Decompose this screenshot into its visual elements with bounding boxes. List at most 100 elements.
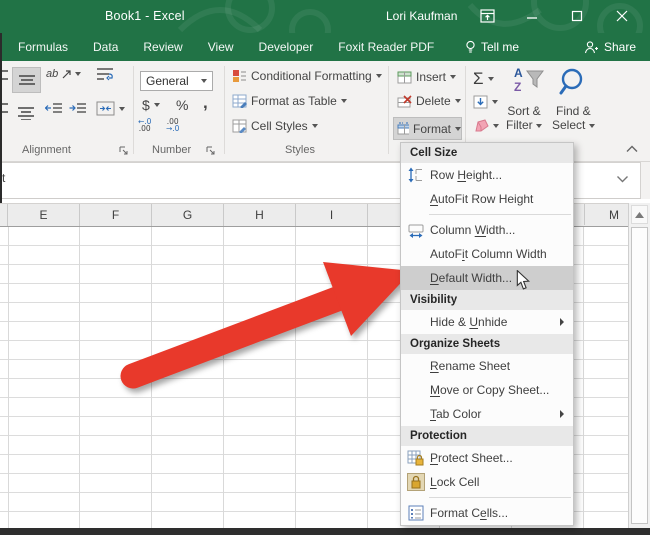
menu-item-move-or-copy-sheet[interactable]: Move or Copy Sheet... [401,378,573,402]
decrease-decimal-button[interactable]: .00→.0 [166,118,179,132]
menu-item-label: Protect Sheet... [430,451,573,465]
insert-cells-icon [397,71,412,84]
comma-style-button[interactable]: , [203,93,208,113]
delete-label: Delete [416,94,451,108]
column-header-e[interactable]: E [8,204,80,226]
menu-item-label: AutoFit Row Height [430,192,573,206]
insert-button[interactable]: Insert [397,70,456,84]
group-separator [224,66,225,154]
styles-group-label: Styles [285,144,315,156]
scrollbar-thumb[interactable] [631,227,648,524]
dropdown-caret-icon [455,127,461,131]
scroll-up-arrow-icon [635,212,644,218]
ribbon-display-options-icon[interactable] [477,7,497,25]
column-header-h[interactable]: H [224,204,296,226]
menu-item-lock-cell[interactable]: Lock Cell [401,470,573,494]
menu-item-rename-sheet[interactable]: Rename Sheet [401,354,573,378]
tab-foxit-reader-pdf[interactable]: Foxit Reader PDF [338,40,434,54]
orientation-arrow-icon [62,70,71,79]
merge-center-button[interactable] [96,101,125,116]
account-name[interactable]: Lori Kaufman [386,9,457,23]
submenu-arrow-icon [560,410,564,418]
increase-indent-button[interactable] [69,102,86,116]
menu-item-protect-sheet[interactable]: Protect Sheet... [401,446,573,470]
share-label: Share [604,40,636,54]
autosum-button[interactable]: Σ [473,69,494,89]
menu-item-label: Column Width... [430,223,573,237]
menu-item-row-height[interactable]: Row Height... [401,163,573,187]
sigma-icon: Σ [473,69,484,89]
number-format-combobox[interactable]: General [140,71,213,91]
column-header-m[interactable]: M [584,204,629,225]
format-cells-ribbon-icon [397,122,409,135]
fill-button[interactable] [473,95,498,109]
dropdown-caret-icon [450,75,456,79]
menu-item-column-width[interactable]: Column Width... [401,218,573,242]
vertical-scrollbar[interactable] [628,203,650,528]
menu-item-tab-color[interactable]: Tab Color [401,402,573,426]
format-as-table-button[interactable]: Format as Table [232,94,347,108]
middle-align-button[interactable] [12,67,41,93]
menu-item-autofit-row-height[interactable]: AutoFit Row Height [401,187,573,211]
menu-item-format-cells[interactable]: Format Cells... [401,501,573,525]
cell-styles-button[interactable]: Cell Styles [232,119,318,133]
tab-review[interactable]: Review [143,40,182,54]
collapse-ribbon-icon[interactable] [626,145,638,153]
menu-item-default-width[interactable]: Default Width... [401,266,573,290]
merge-center-icon [96,101,115,116]
dropdown-caret-icon [201,79,207,83]
percent-button[interactable]: % [176,97,188,113]
currency-button[interactable]: $ [142,97,160,113]
wrap-text-button[interactable] [96,67,114,82]
dropdown-caret-icon [154,103,160,107]
titlebar-flourish-decoration [0,0,650,33]
clear-button[interactable] [473,119,499,132]
title-bar: Book1 - Excel Lori Kaufman [0,0,650,33]
column-header-f[interactable]: F [80,204,152,226]
menu-item-label: Tab Color [430,407,573,421]
tab-developer[interactable]: Developer [259,40,314,54]
dropdown-caret-icon [589,124,595,128]
column-header-g[interactable]: G [152,204,224,226]
bottom-edge-strip [0,528,650,535]
format-button[interactable]: Format [393,117,462,140]
conditional-formatting-button[interactable]: Conditional Formatting [232,69,382,83]
decrease-indent-button[interactable] [45,102,62,116]
tab-data[interactable]: Data [93,40,118,54]
find-select-button[interactable]: Find & Select [552,104,595,132]
close-button[interactable] [612,7,632,25]
menu-separator [429,497,571,498]
cell-styles-label: Cell Styles [251,119,308,133]
increase-decimal-button[interactable]: ←.0.00 [138,118,151,132]
tab-formulas[interactable]: Formulas [18,40,68,54]
format-label: Format [413,122,451,136]
delete-cells-icon [397,95,412,108]
dropdown-caret-icon [341,99,347,103]
ribbon-tabs: Formulas Data Review View Developer Foxit Rea… [18,33,434,61]
window-title: Book1 - Excel [105,9,185,23]
lightbulb-icon [465,40,476,55]
tell-me-label: Tell me [481,40,519,54]
tab-view[interactable]: View [208,40,234,54]
sort-filter-button[interactable]: Sort & Filter [506,104,542,132]
comma-symbol: , [203,93,208,113]
orientation-button[interactable]: ab [46,68,81,80]
expand-formula-bar-icon[interactable] [616,175,629,184]
tell-me-box[interactable]: Tell me [465,33,519,61]
format-as-table-icon [232,94,247,108]
number-dialog-launcher[interactable] [206,146,216,156]
ribbon-tab-bar: Formulas Data Review View Developer Foxit Rea… [0,33,650,61]
share-button[interactable]: Share [584,33,636,61]
alignment-dialog-launcher[interactable] [119,146,129,156]
grid-left-gridline [8,227,9,528]
format-cells-icon [401,505,430,521]
center-button[interactable] [12,101,39,125]
column-header-i[interactable]: I [296,204,368,226]
delete-button[interactable]: Delete [397,94,461,108]
minimize-button[interactable] [522,7,542,25]
maximize-button[interactable] [567,7,587,25]
scroll-up-button[interactable] [631,205,648,224]
currency-symbol: $ [142,97,150,113]
menu-item-hide-unhide[interactable]: Hide & Unhide [401,310,573,334]
menu-item-autofit-column-width[interactable]: AutoFit Column Width [401,242,573,266]
